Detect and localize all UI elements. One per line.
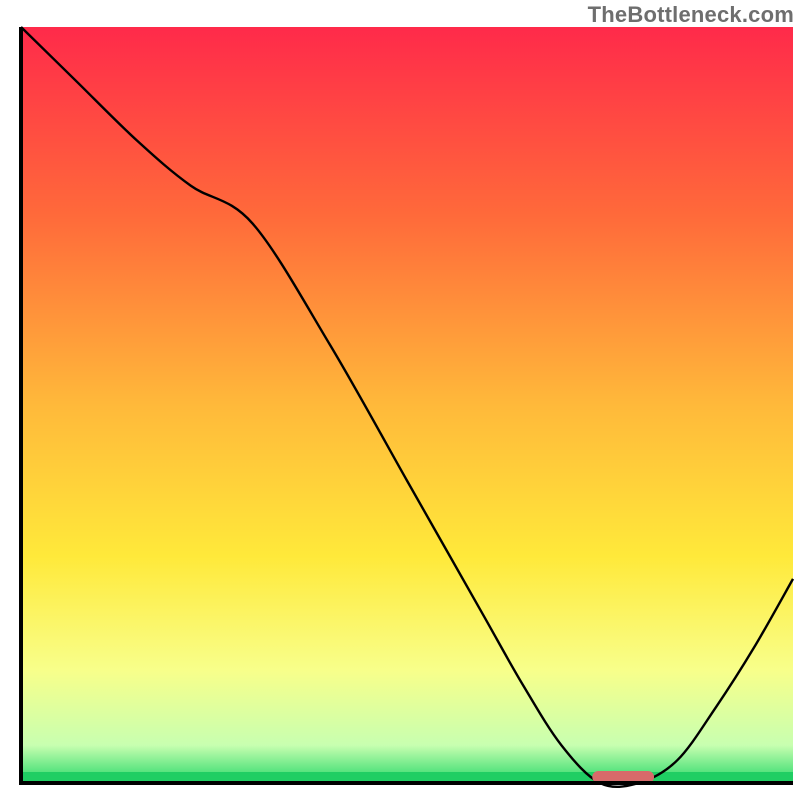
bottleneck-chart — [0, 0, 800, 800]
chart-container: TheBottleneck.com — [0, 0, 800, 800]
